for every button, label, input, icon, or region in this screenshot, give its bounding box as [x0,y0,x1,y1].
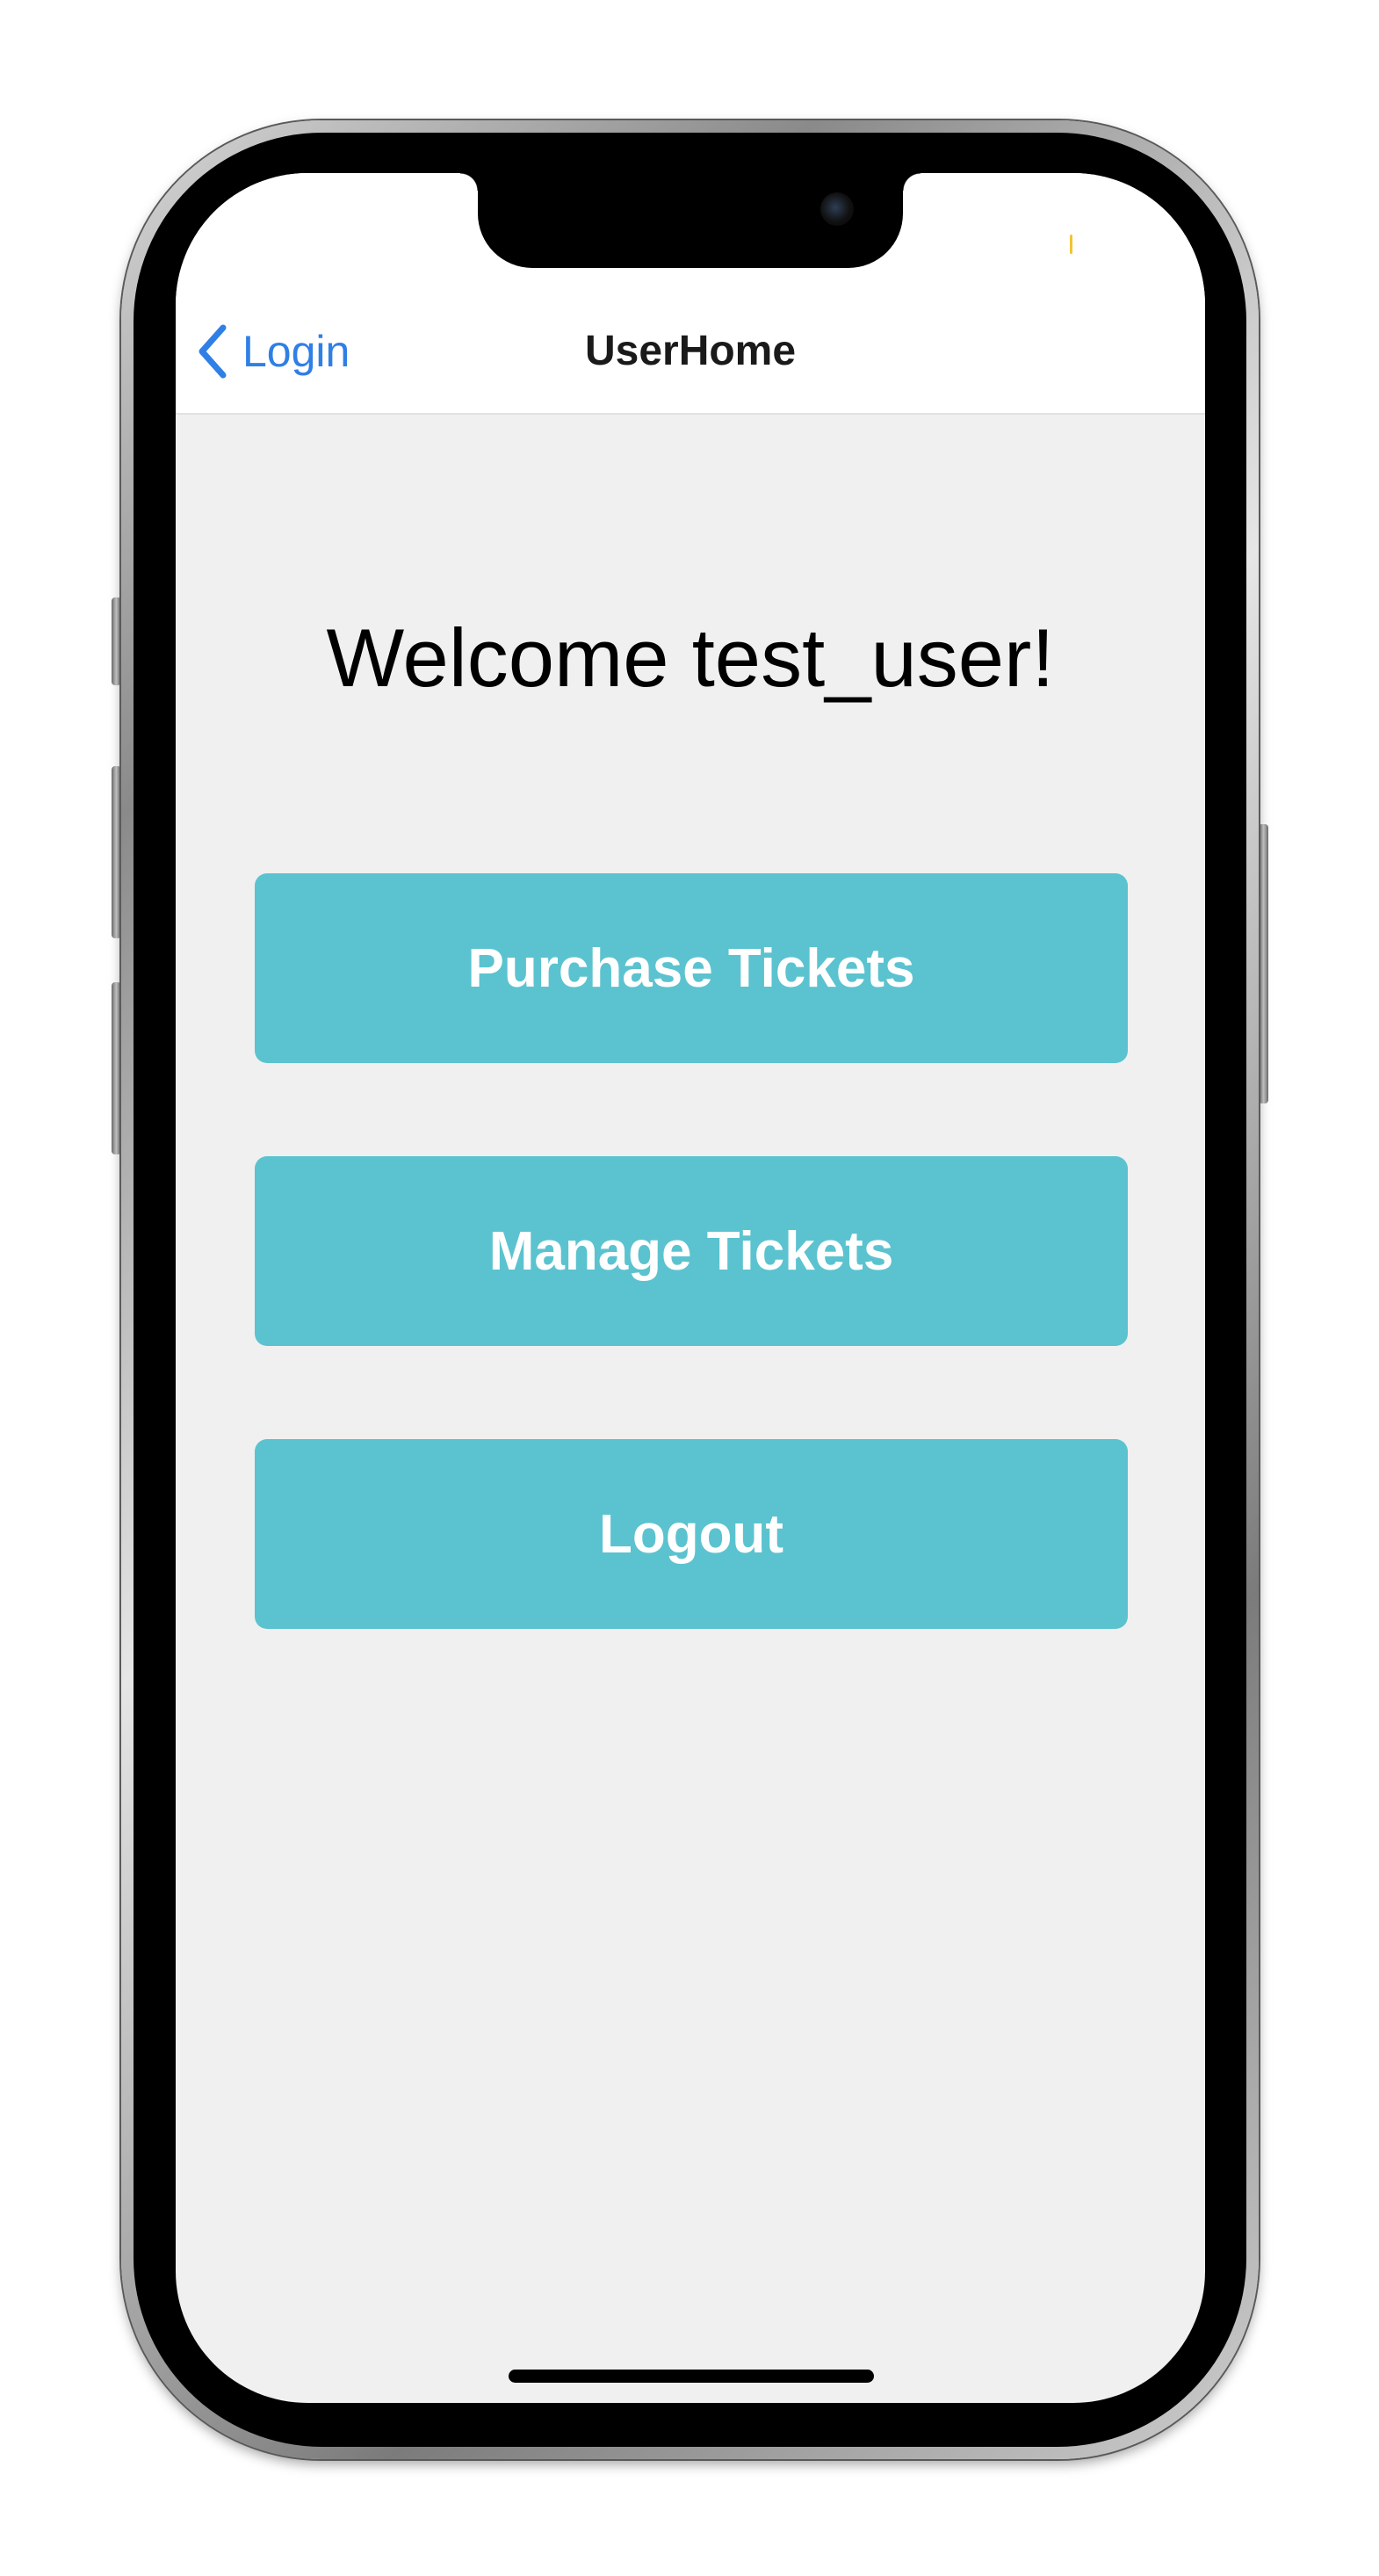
front-camera-icon [820,192,854,226]
logout-button[interactable]: Logout [255,1439,1128,1629]
silent-switch [112,597,121,685]
volume-up-button [112,766,121,938]
navigation-bar: Login UserHome [176,287,1205,415]
manage-tickets-button[interactable]: Manage Tickets [255,1156,1128,1346]
power-button [1259,824,1268,1103]
welcome-message: Welcome test_user! [326,611,1055,704]
page-title: UserHome [584,328,797,374]
phone-screen: Login UserHome Welcome test_user! Purcha… [176,173,1205,2403]
device-canvas: Login UserHome Welcome test_user! Purcha… [0,0,1379,2576]
volume-down-button [112,982,121,1154]
home-indicator[interactable] [509,2370,874,2383]
status-indicator-icon [1070,235,1072,254]
notch [460,173,921,268]
purchase-tickets-button[interactable]: Purchase Tickets [255,873,1128,1063]
